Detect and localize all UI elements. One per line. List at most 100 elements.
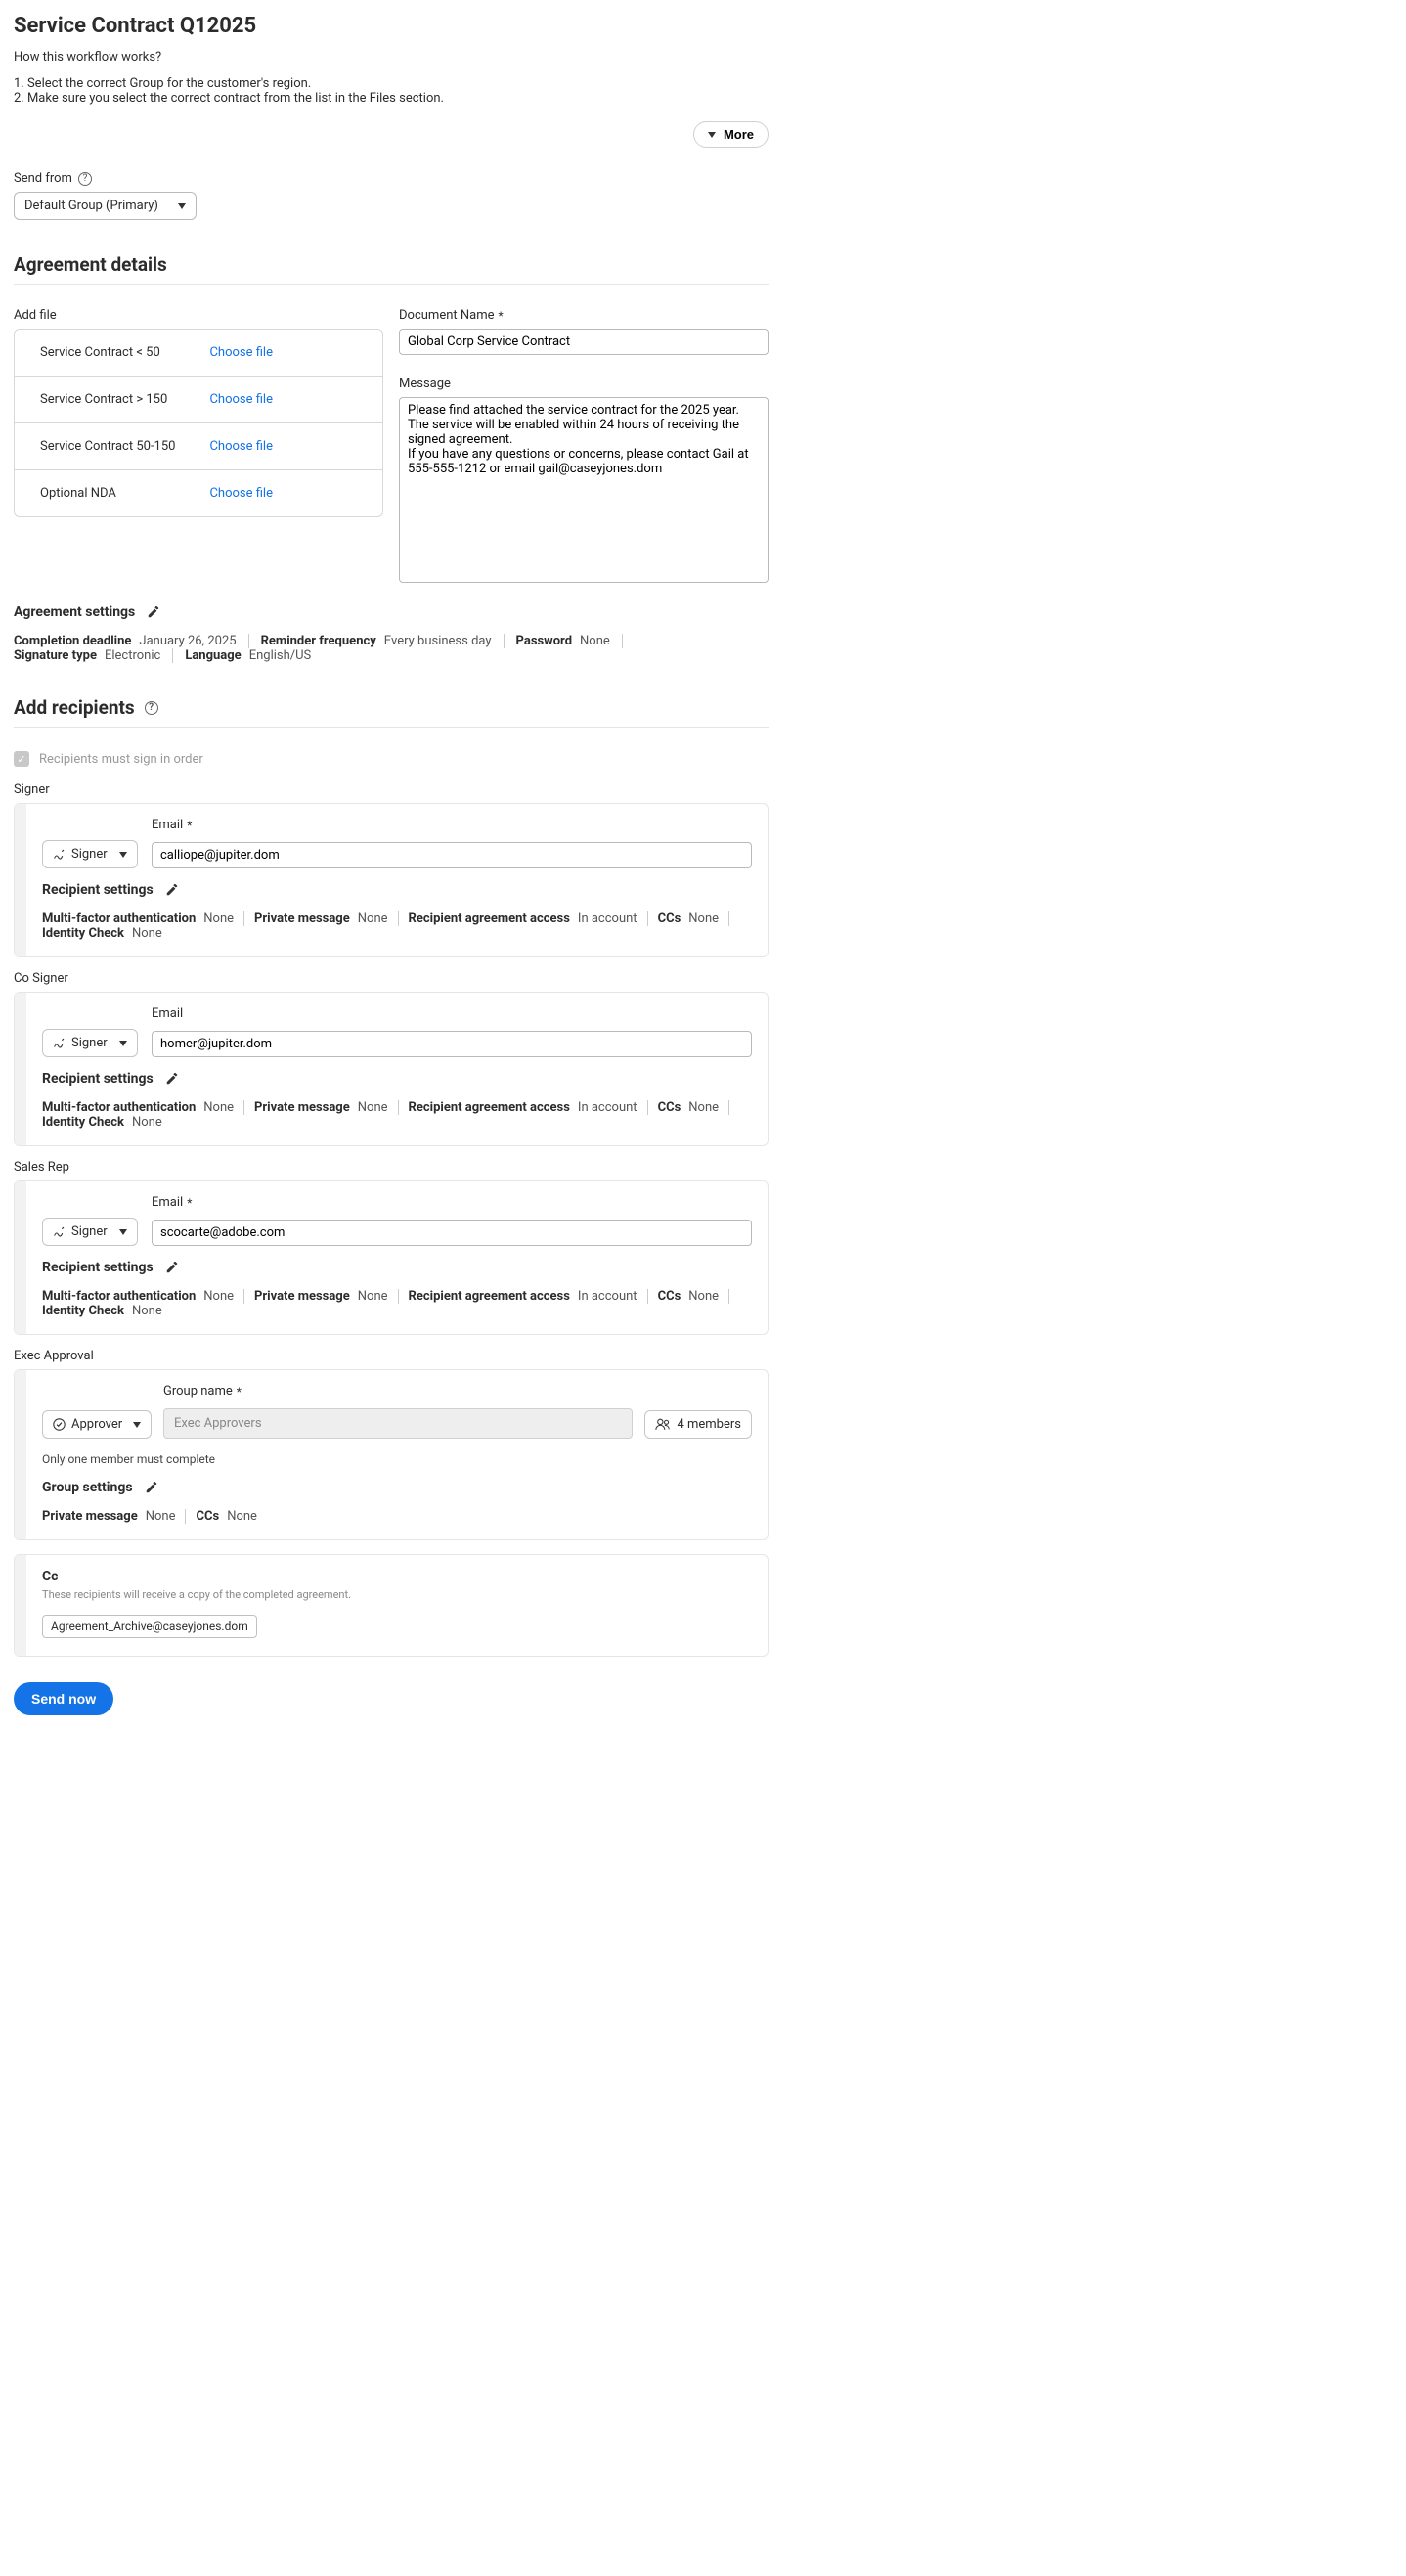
agreement-details-heading: Agreement details — [14, 253, 769, 276]
more-button[interactable]: More — [693, 121, 769, 148]
required-asterisk: * — [187, 819, 192, 832]
recipient-label: Co Signer — [14, 971, 769, 986]
drag-handle[interactable] — [15, 1555, 26, 1656]
page-title: Service Contract Q12025 — [14, 14, 769, 38]
agreement-settings-row: Completion deadlineJanuary 26, 2025Remin… — [14, 634, 769, 663]
setting-value: None — [688, 1289, 719, 1304]
role-label: Signer — [71, 1036, 108, 1050]
role-label: Signer — [71, 1224, 108, 1239]
recipient-settings-heading: Recipient settings — [42, 1071, 154, 1087]
setting-key: Identity Check — [42, 1115, 124, 1130]
cc-title: Cc — [42, 1569, 750, 1584]
role-select[interactable]: Signer — [42, 1029, 138, 1057]
setting-value: English/US — [249, 648, 312, 663]
setting-key: Identity Check — [42, 1304, 124, 1318]
setting-key: Private message — [42, 1509, 138, 1524]
setting-value: None — [688, 911, 719, 926]
email-input[interactable] — [152, 842, 752, 868]
setting-value: Electronic — [105, 648, 160, 663]
send-from-value: Default Group (Primary) — [24, 199, 158, 213]
file-row: Service Contract 50-150 Choose file — [15, 423, 382, 470]
file-name: Optional NDA — [40, 486, 187, 501]
drag-handle[interactable] — [15, 993, 26, 1145]
recipient-label: Sales Rep — [14, 1160, 769, 1175]
message-textarea[interactable]: Please find attached the service contrac… — [399, 397, 769, 583]
setting-value: Every business day — [384, 634, 492, 648]
pencil-icon[interactable] — [165, 883, 179, 897]
pencil-icon[interactable] — [147, 605, 160, 619]
signer-icon — [53, 1037, 66, 1049]
people-icon — [655, 1418, 671, 1431]
cc-chip[interactable]: Agreement_Archive@caseyjones.dom — [42, 1615, 257, 1638]
email-input[interactable] — [152, 1220, 752, 1246]
chevron-down-icon — [708, 132, 716, 138]
signer-icon — [53, 848, 66, 861]
chevron-down-icon — [119, 1041, 127, 1046]
setting-key: Private message — [254, 1289, 350, 1304]
setting-value: None — [580, 634, 610, 648]
drag-handle[interactable] — [15, 1181, 26, 1334]
setting-value: None — [358, 1289, 388, 1304]
recipient-label: Signer — [14, 782, 769, 797]
pencil-icon[interactable] — [145, 1481, 158, 1494]
choose-file-link[interactable]: Choose file — [209, 439, 273, 454]
add-recipients-heading: Add recipients — [14, 696, 135, 719]
setting-key: Recipient agreement access — [409, 911, 570, 926]
send-from-label: Send from — [14, 171, 72, 186]
members-label: 4 members — [677, 1417, 741, 1432]
setting-key: Multi-factor authentication — [42, 911, 196, 926]
setting-key: Recipient agreement access — [409, 1289, 570, 1304]
pencil-icon[interactable] — [165, 1261, 179, 1274]
setting-key: Language — [185, 648, 241, 663]
setting-key: Completion deadline — [14, 634, 131, 648]
chevron-down-icon — [133, 1422, 141, 1428]
choose-file-link[interactable]: Choose file — [209, 345, 273, 360]
setting-value: None — [358, 1100, 388, 1115]
recipient-settings-heading: Recipient settings — [42, 1260, 154, 1275]
role-select[interactable]: Signer — [42, 1218, 138, 1246]
choose-file-link[interactable]: Choose file — [209, 392, 273, 407]
more-label: More — [724, 127, 754, 142]
role-label: Approver — [71, 1417, 122, 1432]
pencil-icon[interactable] — [165, 1072, 179, 1086]
file-row: Optional NDA Choose file — [15, 470, 382, 516]
setting-key: Private message — [254, 911, 350, 926]
help-icon[interactable]: ? — [145, 701, 158, 715]
setting-value: In account — [578, 1289, 637, 1304]
group-name-input[interactable]: Exec Approvers — [163, 1408, 633, 1439]
email-input[interactable] — [152, 1031, 752, 1057]
choose-file-link[interactable]: Choose file — [209, 486, 273, 501]
email-label: Email — [152, 1006, 183, 1021]
setting-value: None — [132, 1304, 162, 1318]
workflow-step-1: 1. Select the correct Group for the cust… — [14, 76, 769, 91]
setting-key: CCs — [658, 1289, 681, 1304]
group-name-label: Group name — [163, 1384, 233, 1399]
role-select[interactable]: Approver — [42, 1410, 152, 1439]
recipient-settings-heading: Recipient settings — [42, 882, 154, 898]
only-one-note: Only one member must complete — [42, 1452, 752, 1466]
file-name: Service Contract < 50 — [40, 345, 187, 360]
document-name-input[interactable] — [399, 329, 769, 355]
send-from-select[interactable]: Default Group (Primary) — [14, 192, 197, 220]
email-label: Email — [152, 818, 183, 832]
setting-value: None — [227, 1509, 257, 1524]
document-name-label: Document Name — [399, 308, 495, 323]
divider — [14, 284, 769, 285]
send-now-button[interactable]: Send now — [14, 1682, 113, 1715]
chevron-down-icon — [178, 203, 186, 209]
help-icon[interactable]: ? — [78, 172, 92, 186]
setting-key: Recipient agreement access — [409, 1100, 570, 1115]
setting-value: January 26, 2025 — [139, 634, 236, 648]
setting-value: None — [358, 911, 388, 926]
workflow-step-2: 2. Make sure you select the correct cont… — [14, 91, 769, 106]
file-name: Service Contract > 150 — [40, 392, 187, 407]
drag-handle[interactable] — [15, 804, 26, 956]
add-file-label: Add file — [14, 308, 383, 323]
approver-icon — [53, 1418, 66, 1431]
members-button[interactable]: 4 members — [644, 1410, 752, 1439]
role-select[interactable]: Signer — [42, 840, 138, 868]
drag-handle[interactable] — [15, 1370, 26, 1539]
setting-value: None — [132, 1115, 162, 1130]
required-asterisk: * — [499, 309, 504, 323]
divider — [14, 727, 769, 728]
